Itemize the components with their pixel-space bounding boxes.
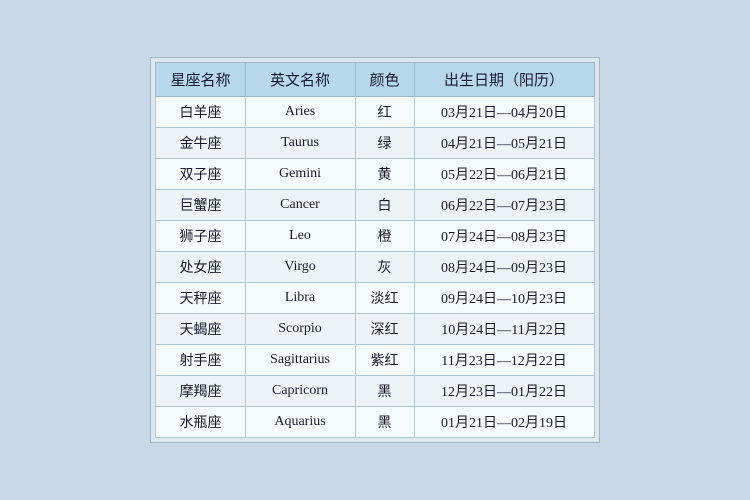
- table-row: 水瓶座Aquarius黑01月21日—02月19日: [156, 407, 594, 438]
- cell-color: 橙: [355, 221, 414, 252]
- table-row: 射手座Sagittarius紫红11月23日—12月22日: [156, 345, 594, 376]
- cell-date: 06月22日—07月23日: [414, 190, 594, 221]
- cell-color: 黑: [355, 376, 414, 407]
- header-en: 英文名称: [245, 63, 355, 97]
- cell-date: 11月23日—12月22日: [414, 345, 594, 376]
- header-zh: 星座名称: [156, 63, 245, 97]
- cell-color: 黑: [355, 407, 414, 438]
- cell-en: Gemini: [245, 159, 355, 190]
- table-row: 天秤座Libra淡红09月24日—10月23日: [156, 283, 594, 314]
- cell-en: Cancer: [245, 190, 355, 221]
- cell-color: 红: [355, 97, 414, 128]
- cell-zh: 白羊座: [156, 97, 245, 128]
- cell-zh: 金牛座: [156, 128, 245, 159]
- table-row: 白羊座Aries红03月21日—04月20日: [156, 97, 594, 128]
- cell-en: Aquarius: [245, 407, 355, 438]
- header-date: 出生日期（阳历）: [414, 63, 594, 97]
- cell-en: Scorpio: [245, 314, 355, 345]
- cell-zh: 射手座: [156, 345, 245, 376]
- cell-color: 紫红: [355, 345, 414, 376]
- cell-zh: 狮子座: [156, 221, 245, 252]
- table-row: 天蝎座Scorpio深红10月24日—11月22日: [156, 314, 594, 345]
- cell-date: 10月24日—11月22日: [414, 314, 594, 345]
- cell-en: Virgo: [245, 252, 355, 283]
- cell-date: 12月23日—01月22日: [414, 376, 594, 407]
- cell-color: 深红: [355, 314, 414, 345]
- header-color: 颜色: [355, 63, 414, 97]
- table-row: 双子座Gemini黄05月22日—06月21日: [156, 159, 594, 190]
- cell-zh: 摩羯座: [156, 376, 245, 407]
- table-row: 摩羯座Capricorn黑12月23日—01月22日: [156, 376, 594, 407]
- cell-zh: 天蝎座: [156, 314, 245, 345]
- cell-color: 绿: [355, 128, 414, 159]
- cell-zh: 水瓶座: [156, 407, 245, 438]
- cell-en: Aries: [245, 97, 355, 128]
- zodiac-table-container: 星座名称 英文名称 颜色 出生日期（阳历） 白羊座Aries红03月21日—04…: [150, 57, 599, 443]
- cell-en: Capricorn: [245, 376, 355, 407]
- cell-date: 05月22日—06月21日: [414, 159, 594, 190]
- cell-date: 01月21日—02月19日: [414, 407, 594, 438]
- cell-date: 08月24日—09月23日: [414, 252, 594, 283]
- cell-zh: 处女座: [156, 252, 245, 283]
- cell-zh: 双子座: [156, 159, 245, 190]
- cell-date: 04月21日—05月21日: [414, 128, 594, 159]
- cell-color: 黄: [355, 159, 414, 190]
- cell-color: 白: [355, 190, 414, 221]
- table-row: 巨蟹座Cancer白06月22日—07月23日: [156, 190, 594, 221]
- cell-zh: 天秤座: [156, 283, 245, 314]
- cell-en: Sagittarius: [245, 345, 355, 376]
- cell-en: Libra: [245, 283, 355, 314]
- table-row: 狮子座Leo橙07月24日—08月23日: [156, 221, 594, 252]
- cell-color: 灰: [355, 252, 414, 283]
- table-row: 金牛座Taurus绿04月21日—05月21日: [156, 128, 594, 159]
- cell-en: Taurus: [245, 128, 355, 159]
- zodiac-table: 星座名称 英文名称 颜色 出生日期（阳历） 白羊座Aries红03月21日—04…: [155, 62, 594, 438]
- cell-date: 03月21日—04月20日: [414, 97, 594, 128]
- table-header-row: 星座名称 英文名称 颜色 出生日期（阳历）: [156, 63, 594, 97]
- cell-date: 09月24日—10月23日: [414, 283, 594, 314]
- cell-color: 淡红: [355, 283, 414, 314]
- cell-zh: 巨蟹座: [156, 190, 245, 221]
- table-row: 处女座Virgo灰08月24日—09月23日: [156, 252, 594, 283]
- cell-date: 07月24日—08月23日: [414, 221, 594, 252]
- cell-en: Leo: [245, 221, 355, 252]
